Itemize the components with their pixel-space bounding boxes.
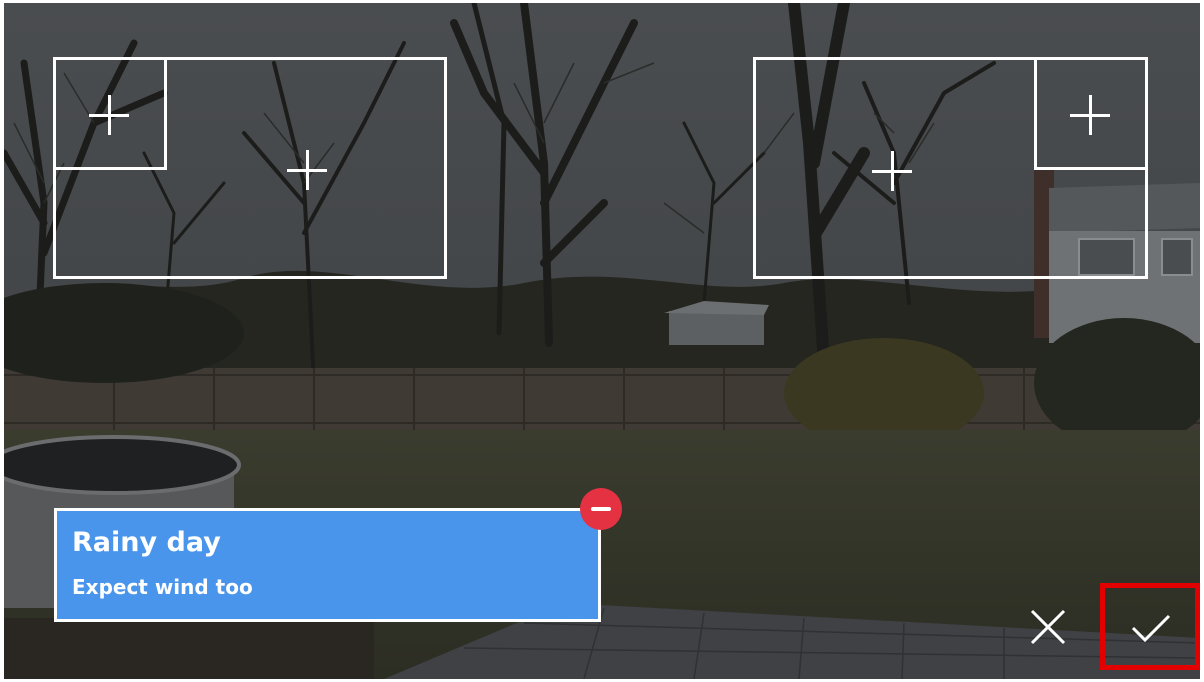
caption-title: Rainy day	[72, 527, 221, 558]
confirm-button[interactable]	[1100, 583, 1200, 670]
plus-icon[interactable]	[287, 150, 327, 190]
plus-icon[interactable]	[872, 151, 912, 191]
plus-icon[interactable]	[1070, 95, 1110, 135]
close-icon	[1030, 609, 1066, 645]
cancel-button[interactable]	[1024, 603, 1072, 651]
photo-editor: Rainy day Expect wind too	[4, 3, 1200, 679]
checkmark-icon	[1131, 614, 1171, 643]
remove-caption-button[interactable]	[580, 488, 622, 530]
plus-icon[interactable]	[89, 95, 129, 135]
caption-subtitle: Expect wind too	[72, 575, 253, 599]
caption-box[interactable]: Rainy day Expect wind too	[54, 508, 601, 622]
